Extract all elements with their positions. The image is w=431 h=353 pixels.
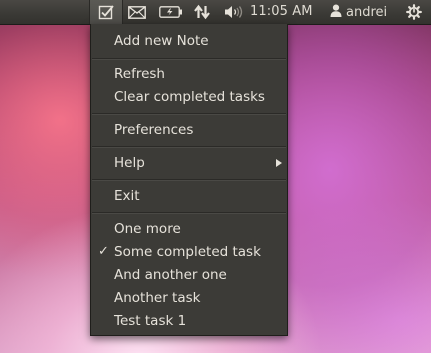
session-menu-button[interactable] — [401, 0, 427, 24]
menu-item-refresh[interactable]: Refresh — [91, 63, 287, 85]
task-item[interactable]: One more — [91, 218, 287, 240]
menu-item-preferences[interactable]: Preferences — [91, 119, 287, 141]
checkmark-icon: ✓ — [98, 244, 109, 259]
power-gear-icon — [406, 4, 422, 20]
task-label: Test task 1 — [114, 313, 187, 329]
mail-indicator[interactable] — [124, 0, 150, 24]
task-label: And another one — [114, 267, 227, 283]
battery-indicator[interactable] — [156, 0, 186, 24]
submenu-arrow-icon — [276, 159, 282, 167]
top-panel: 11:05 AM andrei — [0, 0, 431, 25]
menu-separator — [92, 113, 286, 115]
menu-separator — [92, 58, 286, 60]
tasks-indicator-menu: Add new Note Refresh Clear completed tas… — [90, 24, 288, 336]
menu-separator — [92, 212, 286, 214]
menu-item-help[interactable]: Help — [91, 152, 287, 174]
tasks-indicator-icon — [98, 4, 114, 20]
user-name: andrei — [346, 4, 388, 20]
task-item[interactable]: Another task — [91, 287, 287, 309]
menu-item-clear-completed[interactable]: Clear completed tasks — [91, 86, 287, 108]
user-indicator[interactable]: andrei — [330, 0, 387, 24]
tasks-indicator-button[interactable] — [89, 0, 123, 24]
menu-item-add-note[interactable]: Add new Note — [91, 30, 287, 52]
menu-separator — [92, 179, 286, 181]
battery-icon — [159, 6, 183, 18]
user-icon — [330, 4, 342, 21]
task-label: One more — [114, 221, 181, 237]
volume-icon — [224, 5, 244, 19]
task-item[interactable]: Test task 1 — [91, 310, 287, 332]
task-item[interactable]: And another one — [91, 264, 287, 286]
volume-indicator[interactable] — [222, 0, 246, 24]
clock-indicator[interactable]: 11:05 AM — [250, 0, 313, 24]
network-icon — [194, 4, 210, 20]
desktop: { "panel": { "clock": "11:05 AM", "user"… — [0, 0, 431, 353]
menu-item-exit[interactable]: Exit — [91, 185, 287, 207]
task-item-completed[interactable]: ✓ Some completed task — [91, 241, 287, 263]
menu-separator — [92, 146, 286, 148]
menu-item-help-label: Help — [114, 155, 145, 171]
task-label: Some completed task — [114, 244, 261, 260]
mail-icon — [128, 5, 146, 19]
task-label: Another task — [114, 290, 201, 306]
network-indicator[interactable] — [190, 0, 214, 24]
